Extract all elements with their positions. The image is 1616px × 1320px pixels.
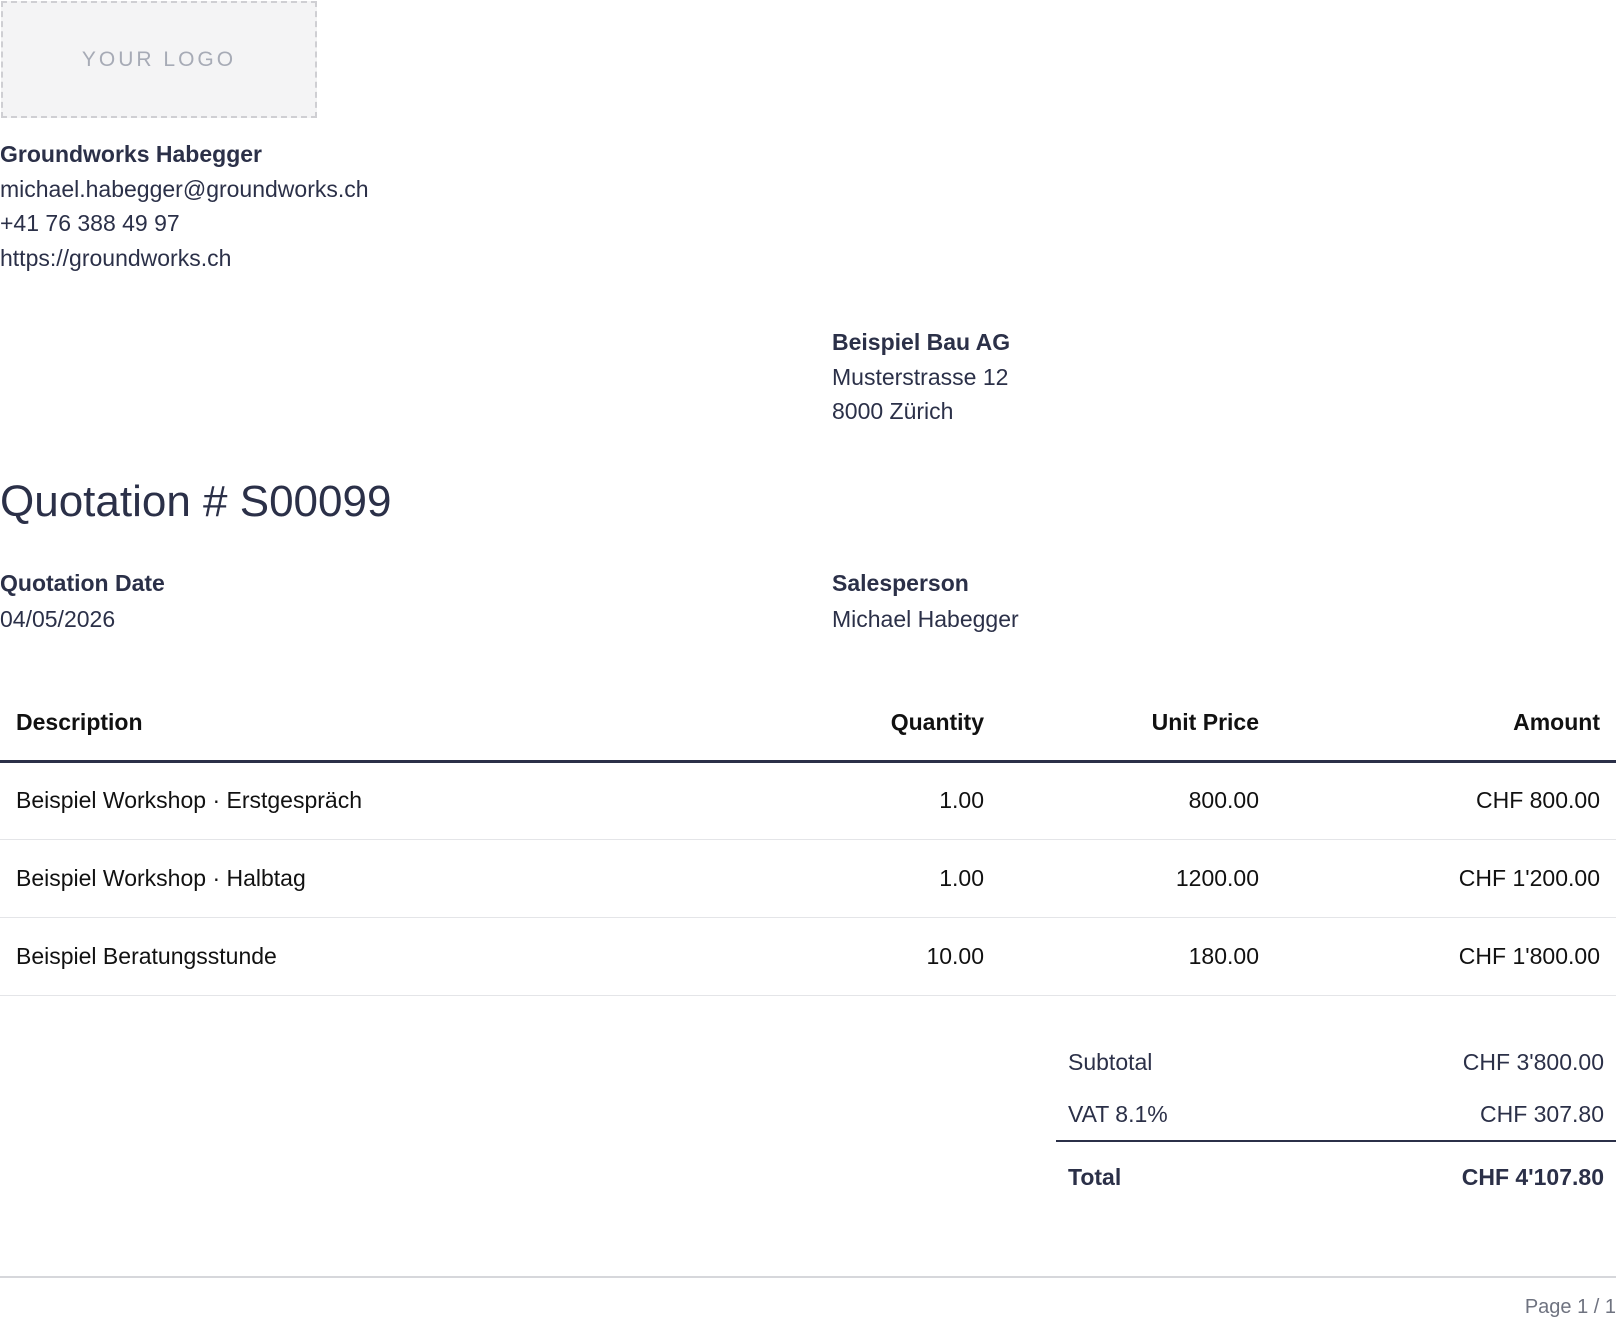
row-amount: CHF 1'800.00: [1275, 917, 1616, 996]
footer-divider: [0, 1276, 1616, 1278]
quotation-date-label: Quotation Date: [0, 570, 165, 596]
page-number: Page 1 / 1: [1524, 1296, 1616, 1318]
logo-placeholder: YOUR LOGO: [1, 1, 317, 118]
row-description: Beispiel Workshop · Erstgespräch: [0, 761, 770, 840]
customer-name: Beispiel Bau AG: [832, 329, 1011, 355]
total-value: CHF 4'107.80: [1461, 1163, 1604, 1190]
salesperson-value: Michael Habegger: [832, 606, 1019, 632]
row-unit-price: 1200.00: [1000, 839, 1275, 918]
subtotal-value: CHF 3'800.00: [1462, 1048, 1604, 1075]
subtotal-row: Subtotal CHF 3'800.00: [1056, 1036, 1616, 1088]
row-description: Beispiel Workshop · Halbtag: [0, 839, 770, 918]
row-quantity: 1.00: [770, 761, 1000, 840]
salesperson-label: Salesperson: [832, 570, 969, 596]
column-header-description: Description: [0, 685, 770, 763]
company-name: Groundworks Habegger: [0, 141, 262, 167]
totals-summary: Subtotal CHF 3'800.00 VAT 8.1% CHF 307.8…: [1056, 1036, 1616, 1212]
company-phone: +41 76 388 49 97: [0, 210, 180, 236]
subtotal-label: Subtotal: [1068, 1048, 1153, 1075]
row-quantity: 10.00: [770, 917, 1000, 996]
customer-city: 8000 Zürich: [832, 398, 954, 424]
row-amount: CHF 1'200.00: [1275, 839, 1616, 918]
total-label: Total: [1068, 1163, 1122, 1190]
row-description: Beispiel Beratungsstunde: [0, 917, 770, 996]
row-unit-price: 800.00: [1000, 761, 1275, 840]
vat-label: VAT 8.1%: [1068, 1100, 1168, 1127]
vat-value: CHF 307.80: [1479, 1100, 1604, 1127]
total-row: Total CHF 4'107.80: [1056, 1142, 1616, 1212]
table-row: Beispiel Workshop · Erstgespräch 1.00 80…: [0, 761, 1616, 840]
table-row: Beispiel Beratungsstunde 10.00 180.00 CH…: [0, 917, 1616, 996]
column-header-amount: Amount: [1275, 685, 1616, 763]
column-header-unit-price: Unit Price: [1000, 685, 1275, 763]
company-email: michael.habegger@groundworks.ch: [0, 175, 369, 202]
column-header-quantity: Quantity: [770, 685, 1000, 763]
quotation-date: Quotation Date 04/05/2026: [0, 565, 165, 637]
salesperson: Salesperson Michael Habegger: [832, 565, 1019, 637]
row-unit-price: 180.00: [1000, 917, 1275, 996]
company-info: Groundworks Habegger michael.habegger@gr…: [0, 137, 369, 275]
company-website: https://groundworks.ch: [0, 244, 232, 271]
customer-street: Musterstrasse 12: [832, 363, 1009, 390]
row-quantity: 1.00: [770, 839, 1000, 918]
quotation-page: YOUR LOGO Groundworks Habegger michael.h…: [0, 0, 1616, 1320]
table-header-row: Description Quantity Unit Price Amount: [0, 685, 1616, 763]
customer-address: Beispiel Bau AG Musterstrasse 12 8000 Zü…: [832, 325, 1010, 429]
quotation-date-value: 04/05/2026: [0, 606, 116, 632]
page-title: Quotation # S00099: [0, 477, 392, 526]
logo-text: YOUR LOGO: [81, 47, 237, 71]
row-amount: CHF 800.00: [1275, 761, 1616, 840]
line-items-table: Description Quantity Unit Price Amount B…: [0, 685, 1616, 996]
vat-row: VAT 8.1% CHF 307.80: [1056, 1088, 1616, 1142]
table-row: Beispiel Workshop · Halbtag 1.00 1200.00…: [0, 839, 1616, 918]
